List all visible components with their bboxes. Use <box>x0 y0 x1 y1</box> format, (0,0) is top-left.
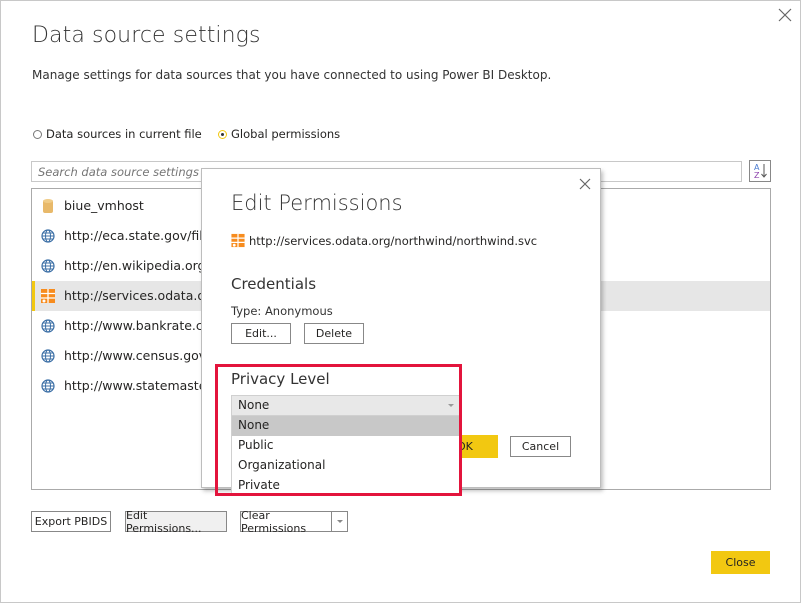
list-item-label: biue_vmhost <box>64 198 144 213</box>
radio-global-permissions[interactable]: Global permissions <box>218 127 340 141</box>
clear-permissions-button[interactable]: Clear Permissions <box>240 509 331 535</box>
close-button[interactable]: Close <box>711 551 770 574</box>
cancel-button[interactable]: Cancel <box>510 436 571 457</box>
page-subtitle: Manage settings for data sources that yo… <box>32 68 552 82</box>
edit-credentials-button[interactable]: Edit... <box>231 323 291 344</box>
clear-permissions-dropdown[interactable] <box>331 511 348 532</box>
chevron-down-icon <box>336 520 343 523</box>
list-item-label: http://eca.state.gov/files <box>64 228 217 243</box>
privacy-level-select[interactable]: None <box>231 395 461 416</box>
dialog-title: Edit Permissions <box>231 191 403 215</box>
ok-button[interactable]: OK <box>457 435 498 458</box>
odata-feed-icon <box>231 233 245 248</box>
privacy-level-dropdown: None Public Organizational Private <box>231 416 461 496</box>
privacy-level-heading: Privacy Level <box>231 370 330 388</box>
delete-credentials-button[interactable]: Delete <box>304 323 364 344</box>
globe-icon <box>41 349 55 363</box>
sort-az-icon: A Z <box>754 163 767 180</box>
radio-label: Global permissions <box>231 127 341 141</box>
list-item-label: http://services.odata.org <box>64 288 218 303</box>
globe-icon <box>41 259 55 273</box>
close-icon[interactable] <box>777 7 793 23</box>
radio-label: Data sources in current file <box>46 127 202 141</box>
radio-current-file[interactable]: Data sources in current file <box>33 127 202 141</box>
database-icon <box>43 199 53 213</box>
credential-type: Type: Anonymous <box>231 304 333 318</box>
source-url: http://services.odata.org/northwind/nort… <box>249 233 538 248</box>
select-value: None <box>238 398 270 412</box>
edit-permissions-dialog: Edit Permissions http://services.odata.o… <box>201 168 601 496</box>
list-item-label: http://www.bankrate.co <box>64 318 211 333</box>
close-icon[interactable] <box>578 177 592 191</box>
option-organizational[interactable]: Organizational <box>232 456 461 476</box>
list-item-label: http://www.census.gov/ <box>64 348 211 363</box>
radio-button-selected-icon <box>218 129 227 139</box>
globe-icon <box>41 319 55 333</box>
edit-permissions-button[interactable]: Edit Permissions... <box>125 509 227 535</box>
page-title: Data source settings <box>32 23 261 48</box>
svg-text:Z: Z <box>754 171 760 180</box>
data-source-settings-window: Data source settings Manage settings for… <box>0 0 801 603</box>
list-item-label: http://www.statemaster <box>64 378 212 393</box>
globe-icon <box>41 229 55 243</box>
credentials-heading: Credentials <box>231 275 317 293</box>
option-private[interactable]: Private <box>232 476 461 496</box>
radio-button-icon <box>33 129 42 139</box>
source-url-row: http://services.odata.org/northwind/nort… <box>231 233 537 248</box>
sort-button[interactable]: A Z <box>749 160 771 182</box>
odata-feed-icon <box>41 289 55 303</box>
option-public[interactable]: Public <box>232 436 461 456</box>
export-pbids-button[interactable]: Export PBIDS <box>31 511 111 532</box>
chevron-down-icon <box>448 404 454 407</box>
list-item-label: http://en.wikipedia.org/ <box>64 258 210 273</box>
globe-icon <box>41 379 55 393</box>
option-none[interactable]: None <box>232 416 461 436</box>
